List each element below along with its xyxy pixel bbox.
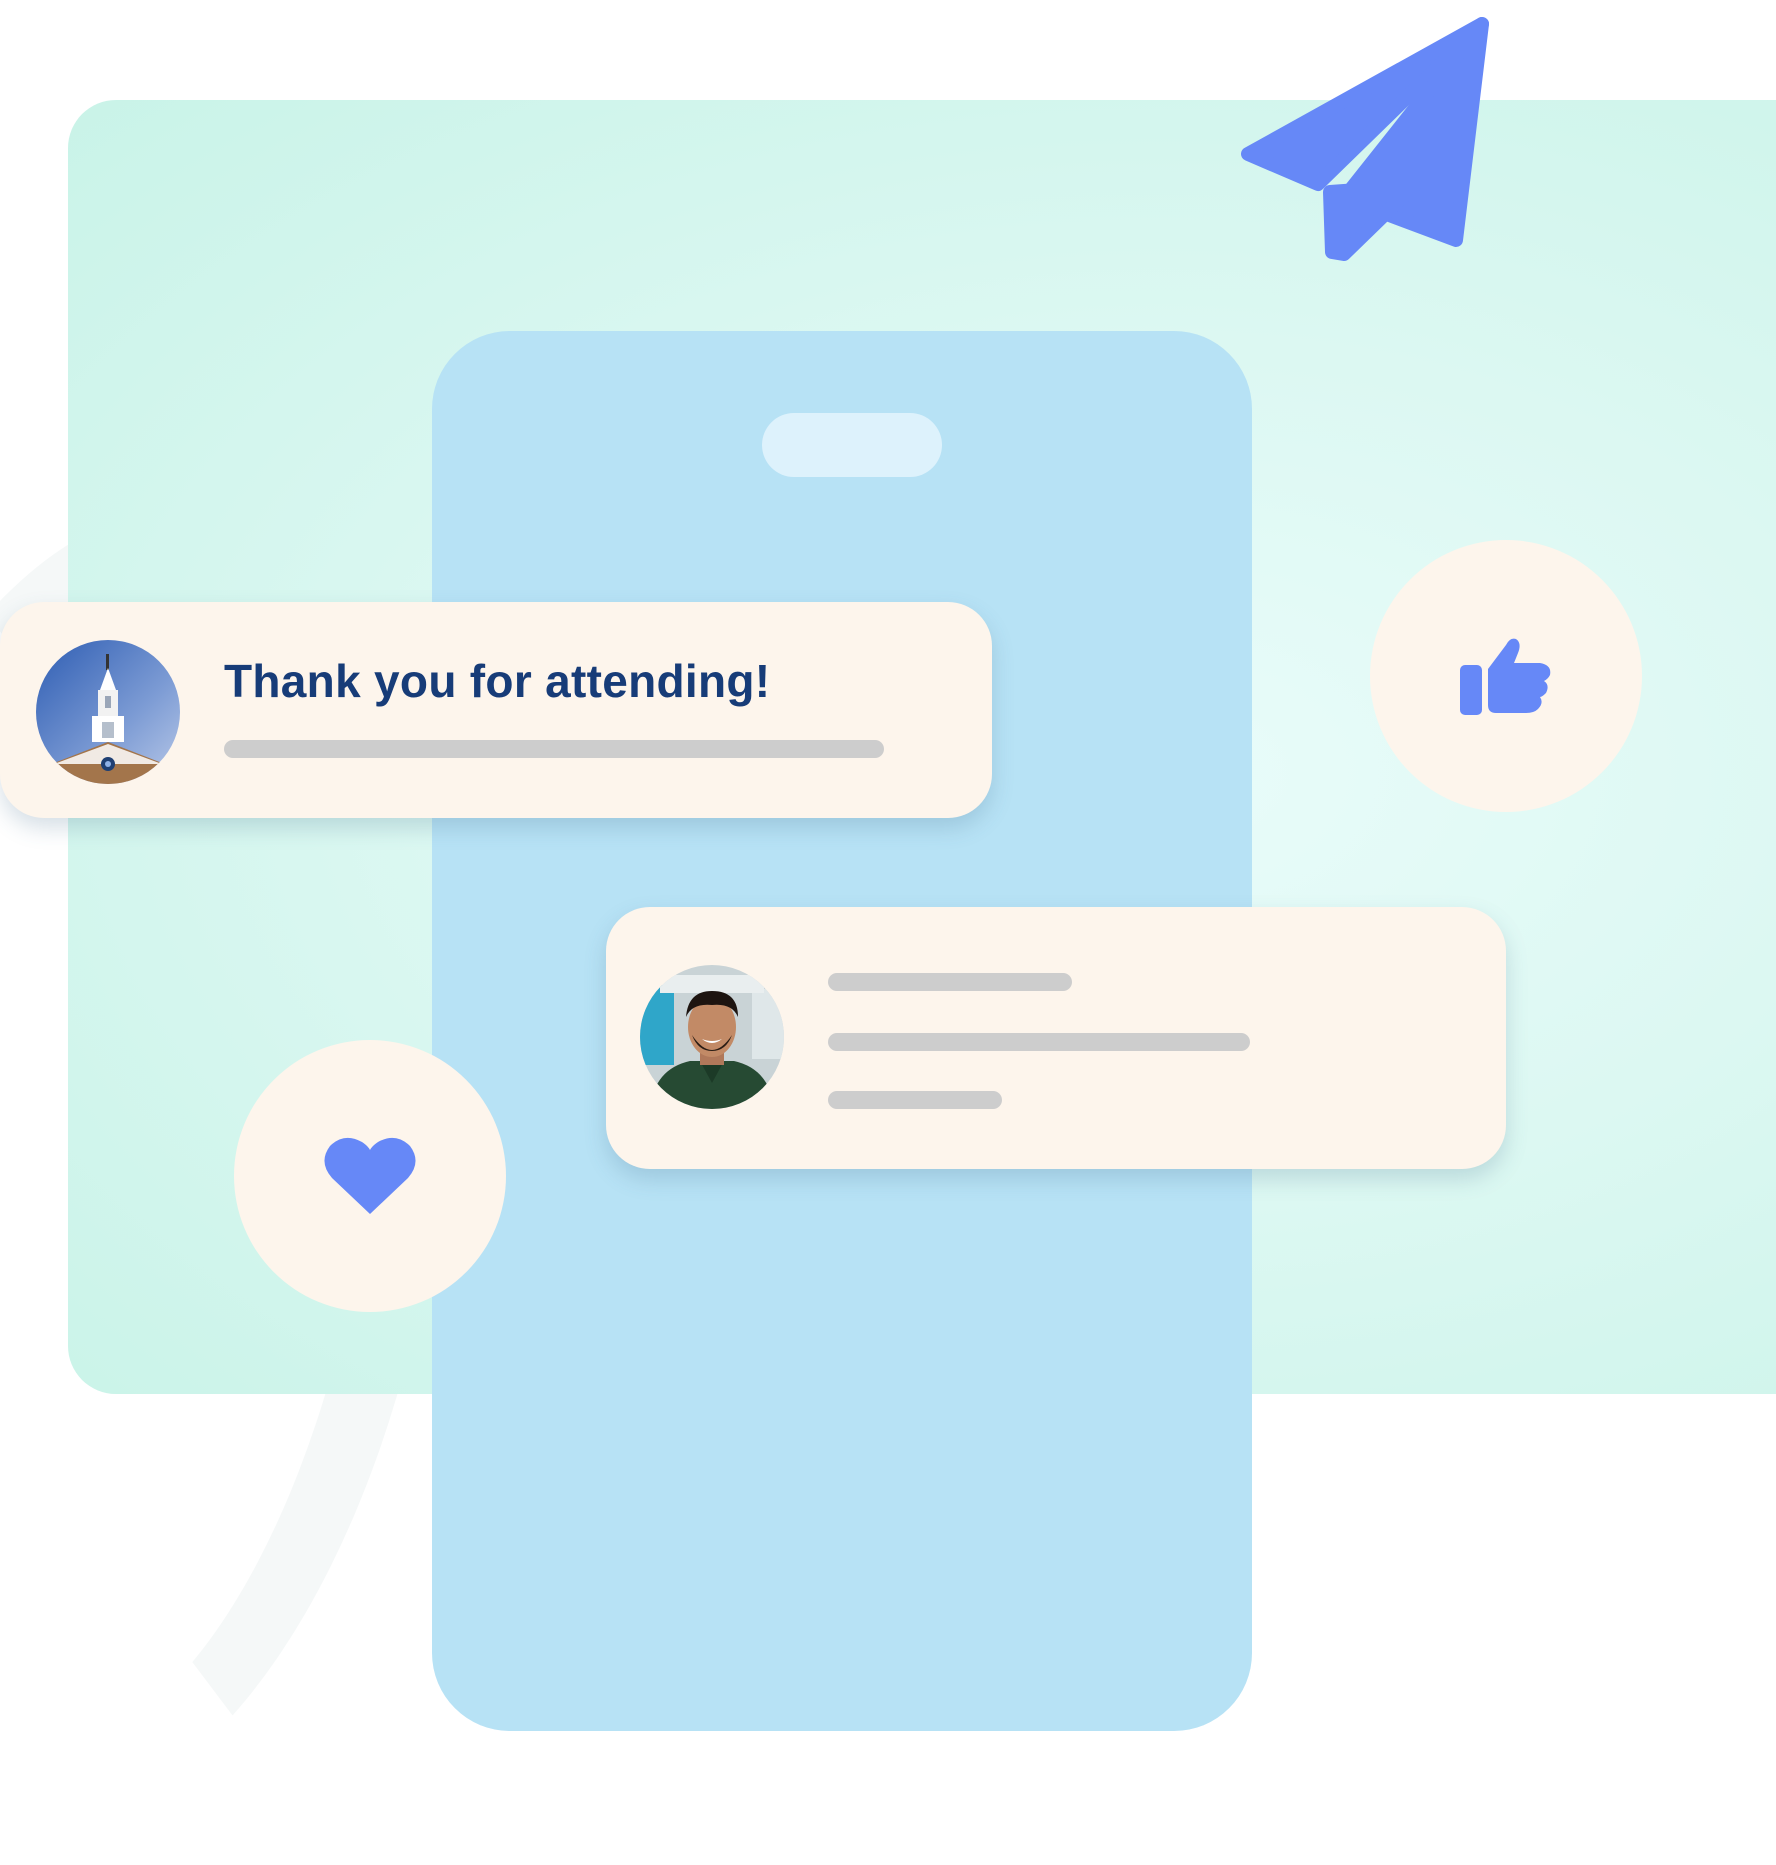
paper-plane-icon: [1241, 17, 1489, 261]
heart-reaction[interactable]: [234, 1040, 506, 1312]
phone-notch: [762, 413, 942, 477]
reply-line-3: [828, 1091, 1002, 1109]
reply-line-2: [828, 1033, 1250, 1051]
building-steeple-avatar: [36, 640, 180, 784]
heart-icon: [324, 1137, 416, 1214]
reply-line-1: [828, 973, 1072, 991]
message-title: Thank you for attending!: [224, 655, 771, 707]
avatar: [640, 965, 784, 1109]
avatar: [36, 640, 180, 784]
message-text-placeholder: [224, 740, 884, 758]
person-avatar: [640, 965, 784, 1109]
like-reaction[interactable]: [1370, 540, 1642, 812]
thumbs-up-icon: [1460, 638, 1551, 715]
message-card-reply[interactable]: [606, 907, 1506, 1169]
message-card-announcement[interactable]: Thank you for attending!: [0, 602, 992, 818]
